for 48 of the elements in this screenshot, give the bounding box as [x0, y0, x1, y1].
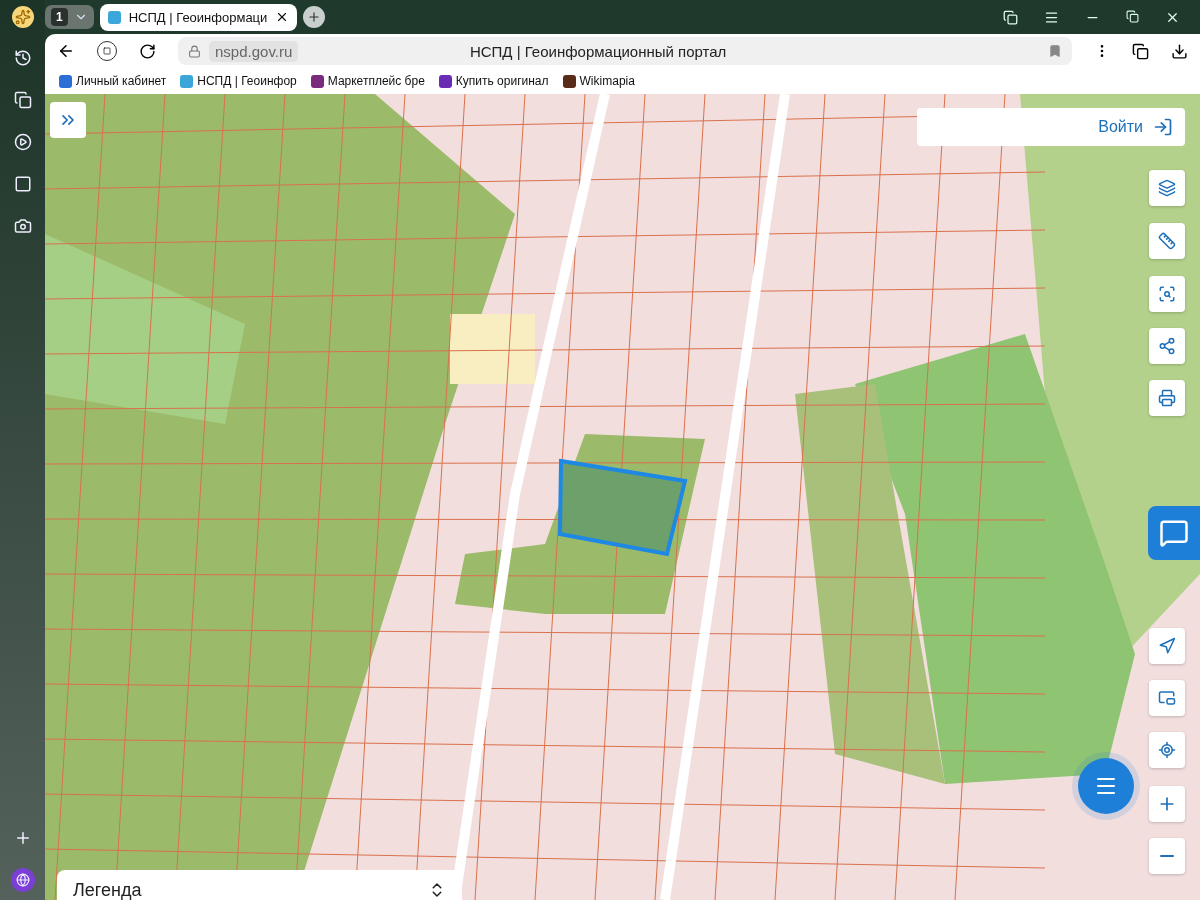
layers-icon [1158, 179, 1176, 197]
tab-group-button[interactable]: 1 [45, 5, 94, 29]
bookmark-link[interactable]: НСПД | Геоинфор [180, 74, 297, 88]
bookmark-link[interactable]: Маркетплейс бре [310, 74, 425, 88]
plus-icon [307, 10, 322, 24]
restore-icon[interactable] [1126, 9, 1139, 25]
minus-icon [1160, 855, 1174, 857]
login-icon [1153, 117, 1173, 137]
ruler-button[interactable] [1149, 223, 1185, 259]
browser-tab[interactable]: НСПД | Геоинформаци [99, 3, 298, 31]
login-button[interactable]: Войти [917, 108, 1185, 146]
url-domain: nspd.gov.ru [209, 40, 299, 62]
download-icon[interactable] [1171, 42, 1188, 60]
zoom-in-button[interactable] [1149, 786, 1185, 822]
navigation-button[interactable] [1149, 628, 1185, 664]
tab-count: 1 [51, 8, 68, 26]
ruler-icon [1158, 232, 1176, 250]
layers-button[interactable] [1149, 170, 1185, 206]
zoom-out-button[interactable] [1149, 838, 1185, 874]
legend-panel[interactable]: Легенда [57, 870, 462, 900]
bookmark-link[interactable]: Личный кабинет [59, 74, 167, 88]
speech-bubble-icon [1159, 518, 1189, 548]
locate-icon [1158, 741, 1176, 759]
menu-icon[interactable] [1044, 9, 1059, 25]
expand-panel-button[interactable] [50, 102, 86, 138]
locate-button[interactable] [1149, 732, 1185, 768]
area-search-button[interactable] [1149, 276, 1185, 312]
page-title: НСПД | Геоинформационный портал [468, 42, 728, 60]
site-icon [107, 10, 121, 24]
reload-icon[interactable] [139, 42, 156, 60]
tab-title: НСПД | Геоинформаци [128, 9, 268, 25]
back-icon[interactable] [57, 42, 75, 60]
navigation-arrow-icon [1158, 637, 1176, 655]
bookmark-icon[interactable] [1048, 44, 1062, 58]
assistant-icon[interactable] [11, 6, 34, 28]
share-icon [1158, 337, 1176, 355]
share-button[interactable] [1149, 328, 1185, 364]
area-search-icon [1158, 285, 1176, 303]
printer-icon [1158, 389, 1176, 407]
new-tab-button[interactable] [303, 6, 326, 28]
address-bar[interactable]: nspd.gov.ru НСПД | Геоинформационный портал [178, 37, 1072, 65]
lock-icon [188, 44, 201, 58]
bookmark-link[interactable]: Wikimapia [562, 74, 635, 88]
portal-logo-icon[interactable] [1148, 506, 1200, 560]
minimap-button[interactable] [1149, 680, 1185, 716]
bookmark-link[interactable]: Купить оригинал [438, 74, 549, 88]
print-button[interactable] [1149, 380, 1185, 416]
minimap-icon [1158, 689, 1176, 707]
